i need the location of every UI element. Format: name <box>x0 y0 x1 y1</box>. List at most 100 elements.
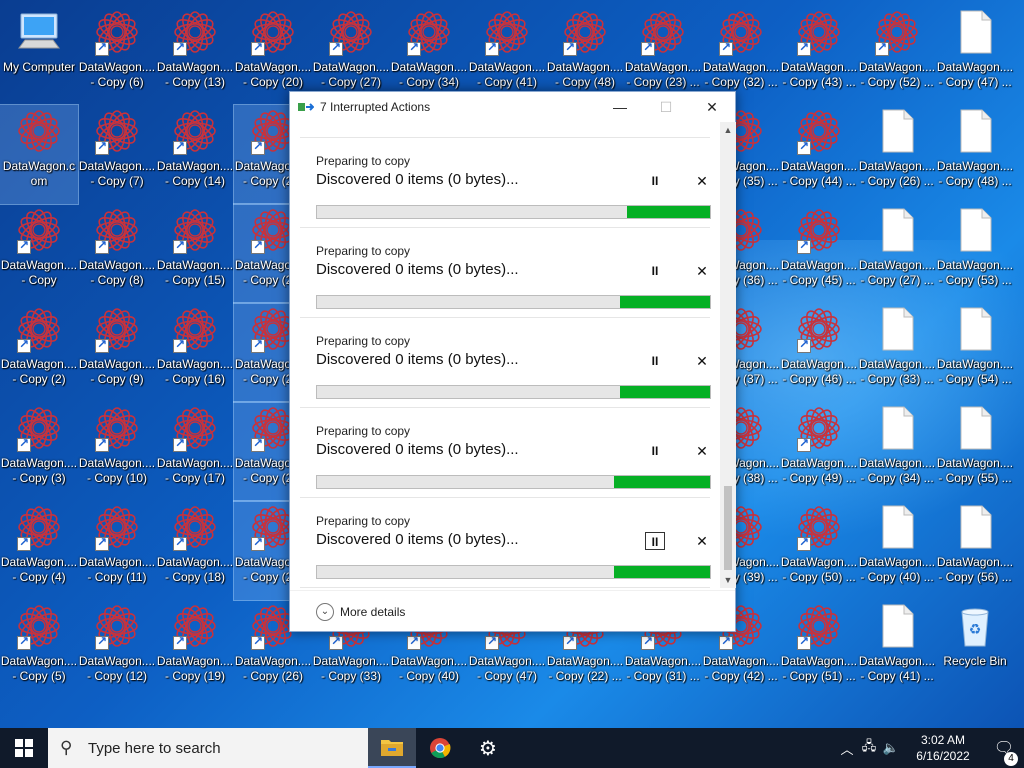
desktop-icon[interactable]: DataWagon.... - Copy (14) <box>156 105 234 204</box>
desktop-icon[interactable]: DataWagon.... - Copy (15) <box>156 204 234 303</box>
desktop-icon-image <box>483 8 531 56</box>
desktop-icon[interactable]: DataWagon.... - Copy (7) <box>78 105 156 204</box>
desktop-icon[interactable]: D <box>1014 501 1024 600</box>
progress-fill <box>613 476 710 488</box>
more-details-toggle[interactable]: ⌄ More details <box>290 590 735 632</box>
desktop-icon-label: DataWagon.... - Copy (27) ... <box>858 258 936 287</box>
desktop-icon[interactable]: DataWagon.... - Copy (27) ... <box>858 204 936 303</box>
desktop-icon[interactable]: DataWagon.... - Copy (48) ... <box>936 105 1014 204</box>
desktop-icon[interactable]: DataWagon.... - Copy (9) <box>78 303 156 402</box>
operations-list: Preparing to copy Discovered 0 items (0 b… <box>290 122 720 588</box>
desktop-icon-image <box>951 206 999 254</box>
taskbar: ⚲ Type here to search ⚙ ︿ 🖧 🔈 3:02 AM 6/… <box>0 728 1024 768</box>
desktop-icon[interactable]: ♻ Recycle Bin <box>936 600 1014 699</box>
clock[interactable]: 3:02 AM 6/16/2022 <box>902 732 984 764</box>
desktop-icon[interactable]: DataWagon.... - Copy (33) ... <box>858 303 936 402</box>
network-icon[interactable]: 🖧 <box>858 737 880 759</box>
desktop-icon[interactable]: D <box>1014 204 1024 303</box>
desktop-icon[interactable]: DataWagon.... - Copy (53) ... <box>936 204 1014 303</box>
desktop-icon[interactable]: DataWagon.... - Copy (17) <box>156 402 234 501</box>
taskbar-file-explorer[interactable] <box>368 728 416 768</box>
desktop-icon[interactable]: My Computer <box>0 6 78 105</box>
close-icon: ✕ <box>696 263 708 279</box>
desktop-icon-image <box>327 8 375 56</box>
desktop-icon[interactable]: DataWagon.... - Copy (56) ... <box>936 501 1014 600</box>
pause-button[interactable]: II <box>645 352 665 370</box>
desktop-icon[interactable]: DataWagon.... - Copy (47) ... <box>936 6 1014 105</box>
desktop-icon[interactable]: DataWagon.... - Copy (55) ... <box>936 402 1014 501</box>
scroll-down-icon[interactable]: ▼ <box>720 572 736 588</box>
desktop-icon-label: DataWagon.... - Copy (26) ... <box>858 159 936 188</box>
desktop-icon[interactable]: DataWagon.... - Copy (16) <box>156 303 234 402</box>
desktop-icon[interactable]: DataWagon.... - Copy (54) ... <box>936 303 1014 402</box>
desktop-icon[interactable]: DataWagon.... - Copy <box>0 204 78 303</box>
desktop-icon[interactable]: DataWagon.... - Copy (49) ... <box>780 402 858 501</box>
cancel-button[interactable]: ✕ <box>692 262 712 280</box>
volume-icon[interactable]: 🔈 <box>880 740 902 756</box>
desktop-icon-label: DataWagon.... - Copy (7) <box>78 159 156 188</box>
desktop-icon-image <box>93 305 141 353</box>
taskbar-search-box[interactable]: ⚲ Type here to search <box>48 728 368 768</box>
desktop-icon[interactable]: DataWagon.... - Copy (4) <box>0 501 78 600</box>
desktop-icon[interactable]: DataWagon.... - Copy (3) <box>0 402 78 501</box>
desktop-icon[interactable]: DataWagon.... - Copy (44) ... <box>780 105 858 204</box>
desktop-icon[interactable]: DataWagon.... - Copy (2) <box>0 303 78 402</box>
shortcut-arrow-icon <box>251 634 265 650</box>
desktop-icon[interactable]: DataWagon.... - Copy (19) <box>156 600 234 699</box>
desktop-icon[interactable]: D <box>1014 402 1024 501</box>
scroll-up-icon[interactable]: ▲ <box>720 122 736 138</box>
desktop-icon[interactable]: DataWagon.... - Copy (40) ... <box>858 501 936 600</box>
desktop-icon[interactable]: D <box>1014 600 1024 699</box>
chevron-up-icon[interactable]: ︿ <box>836 739 858 758</box>
desktop-icon-label: DataWagon.... - Copy (11) <box>78 555 156 584</box>
desktop-icon[interactable]: DataWagon.... - Copy (11) <box>78 501 156 600</box>
desktop-icon[interactable]: DataWagon.... - Copy (18) <box>156 501 234 600</box>
pause-button[interactable]: II <box>645 172 665 190</box>
desktop-icon[interactable]: DataWagon.... - Copy (26) ... <box>858 105 936 204</box>
taskbar-chrome[interactable] <box>416 728 464 768</box>
operations-scrollbar[interactable]: ▲ ▼ <box>720 122 736 588</box>
desktop-icon-label: DataWagon.... - Copy (33) <box>312 654 390 683</box>
scroll-thumb[interactable] <box>724 486 732 570</box>
dialog-titlebar[interactable]: 7 Interrupted Actions — ☐ ✕ <box>290 92 735 122</box>
pause-button[interactable]: II <box>645 532 665 550</box>
desktop-icon[interactable]: DataWagon.... - Copy (8) <box>78 204 156 303</box>
pause-button[interactable]: II <box>645 262 665 280</box>
pause-button[interactable]: II <box>645 442 665 460</box>
desktop-icon[interactable]: DataWagon.... - Copy (34) ... <box>858 402 936 501</box>
desktop-icon[interactable]: DataWagon.... - Copy (51) ... <box>780 600 858 699</box>
desktop-icon[interactable]: DataWagon.... - Copy (45) ... <box>780 204 858 303</box>
desktop-icon-image <box>717 8 765 56</box>
desktop-icon[interactable]: DataWagon.... - Copy (43) ... <box>780 6 858 105</box>
desktop-icon[interactable]: DataWagon.... - Copy (41) ... <box>858 600 936 699</box>
desktop-icon-label: DataWagon.... - Copy (5) <box>0 654 78 683</box>
desktop-icon[interactable]: DataWagon.... - Copy (5) <box>0 600 78 699</box>
desktop-icon-image <box>795 206 843 254</box>
start-button[interactable] <box>0 728 48 768</box>
cancel-button[interactable]: ✕ <box>692 442 712 460</box>
desktop-icon[interactable]: D <box>1014 303 1024 402</box>
taskbar-settings[interactable]: ⚙ <box>464 728 512 768</box>
close-button[interactable]: ✕ <box>689 92 735 122</box>
notification-center-button[interactable]: 🗨 4 <box>984 738 1024 766</box>
desktop-icon[interactable]: D <box>1014 6 1024 105</box>
desktop-icon[interactable]: DataWagon.... - Copy (46) ... <box>780 303 858 402</box>
desktop-icon-image <box>873 602 921 650</box>
desktop-icon[interactable]: DataWagon.... - Copy (6) <box>78 6 156 105</box>
desktop-icon[interactable]: DataWagon.... - Copy (12) <box>78 600 156 699</box>
operation-detail: Discovered 0 items (0 bytes)... <box>316 441 519 458</box>
desktop-icon[interactable]: DataWagon.c om <box>0 104 79 205</box>
cancel-button[interactable]: ✕ <box>692 172 712 190</box>
desktop-icon-image <box>93 206 141 254</box>
more-details-label: More details <box>340 604 406 619</box>
cancel-button[interactable]: ✕ <box>692 532 712 550</box>
desktop-icon[interactable]: DataWagon.... - Copy (50) ... <box>780 501 858 600</box>
cancel-button[interactable]: ✕ <box>692 352 712 370</box>
desktop-icon[interactable]: D <box>1014 105 1024 204</box>
desktop-icon[interactable]: DataWagon.... - Copy (13) <box>156 6 234 105</box>
minimize-button[interactable]: — <box>597 92 643 122</box>
maximize-button[interactable]: ☐ <box>643 92 689 122</box>
chrome-icon <box>430 738 451 759</box>
desktop-icon[interactable]: DataWagon.... - Copy (10) <box>78 402 156 501</box>
desktop-icon[interactable]: DataWagon.... - Copy (52) ... <box>858 6 936 105</box>
